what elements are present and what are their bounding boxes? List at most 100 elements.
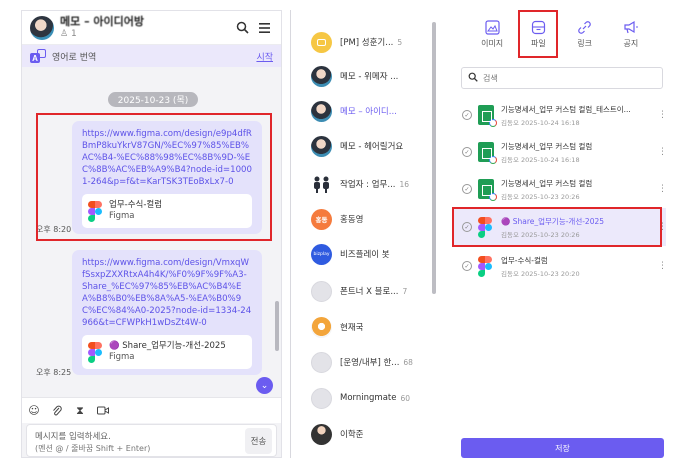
person-icon: ♙ xyxy=(60,28,69,39)
save-button[interactable]: 저장 xyxy=(461,438,664,458)
figma-icon xyxy=(478,217,494,238)
search-icon[interactable] xyxy=(233,19,251,37)
link-card-title: 업무-수식-컬럼 xyxy=(109,200,163,210)
room-list-item[interactable]: 메모 - 헤어릴거요 xyxy=(311,132,431,160)
room-list-scrollbar[interactable] xyxy=(432,22,436,294)
video-icon[interactable] xyxy=(96,404,110,418)
send-button[interactable]: 전송 xyxy=(245,428,272,454)
select-checkbox[interactable]: ✓ xyxy=(462,261,472,271)
file-meta: 김동오 2025-10-24 16:18 xyxy=(501,155,580,164)
more-options-icon[interactable]: ⋮ xyxy=(658,261,667,271)
more-options-icon[interactable]: ⋮ xyxy=(658,184,667,194)
room-name: 비즈플레이 봇 xyxy=(340,250,390,260)
search-icon xyxy=(468,72,478,85)
select-checkbox[interactable]: ✓ xyxy=(462,184,472,194)
room-name: 메모 - 헤어릴거요 xyxy=(340,142,404,152)
room-member-count: 68 xyxy=(403,357,413,367)
more-options-icon[interactable]: ⋮ xyxy=(658,110,667,120)
attach-icon[interactable] xyxy=(50,404,64,418)
spreadsheet-icon xyxy=(478,142,497,164)
file-search-input[interactable] xyxy=(483,73,653,83)
scroll-to-bottom-button[interactable]: ⌄ xyxy=(256,377,273,394)
room-avatar xyxy=(311,387,332,409)
file-list-item[interactable]: ✓ 기능명세서_업무 커스텀 컬럼 김동오 2025-10-23 20:26 ⋮ xyxy=(454,170,667,208)
file-list-item[interactable]: ✓ 기능명세서_업무 커스텀 컬럼_테스트이... 김동오 2025-10-24… xyxy=(454,96,667,134)
room-avatar xyxy=(311,31,332,53)
room-list-item[interactable]: Morningmate 60 xyxy=(311,384,431,412)
room-avatar[interactable] xyxy=(30,15,54,40)
room-name: 현재국 xyxy=(340,323,364,333)
file-name: 기능명세서_업무 커스텀 컬럼 xyxy=(501,178,593,188)
image-icon xyxy=(484,19,500,35)
room-member-count: 5 xyxy=(397,37,403,47)
spreadsheet-icon xyxy=(478,179,497,201)
tab-label: 이미지 xyxy=(481,39,504,48)
room-list-item[interactable]: 작업자 : 업무... 16 xyxy=(311,170,431,198)
file-icon xyxy=(530,19,546,35)
file-name: 기능명세서_업무 커스텀 컬럼 xyxy=(501,141,593,151)
select-checkbox[interactable]: ✓ xyxy=(462,110,472,120)
link-card-source: Figma xyxy=(109,352,135,362)
room-list-item[interactable]: 홍동 홍동영 xyxy=(311,205,431,233)
room-list-item[interactable]: 이학준 xyxy=(311,420,431,448)
link-preview-card[interactable]: 🟣 Share_업무기능-개선-2025 Figma xyxy=(82,335,252,369)
tab-label: 파일 xyxy=(531,39,546,48)
room-list-item[interactable]: [운영/내부] 한... 68 xyxy=(311,348,431,376)
room-avatar: 홍동 xyxy=(311,208,332,230)
file-search[interactable] xyxy=(461,67,663,89)
tab-files[interactable]: 파일 xyxy=(518,10,559,58)
room-list-item[interactable]: [PM] 성훈기... 5 xyxy=(311,28,431,56)
member-count: ♙ 1 xyxy=(60,29,229,39)
more-options-icon[interactable]: ⋮ xyxy=(658,147,667,157)
room-list-item[interactable]: 폰트너 X 블로... 7 xyxy=(311,277,431,305)
message-time: 오후 8:25 xyxy=(36,368,72,377)
shared-files-panel: 이미지 파일 링크 공지 ✓ 기능명세서_업 xyxy=(449,10,674,458)
emoji-icon[interactable]: ☺ xyxy=(27,404,41,418)
file-list-item[interactable]: ✓ 업무-수식-컬럼 김동오 2025-10-23 20:20 ⋮ xyxy=(454,247,667,285)
message-link[interactable]: https://www.figma.com/design/VmxqWfSsxpZ… xyxy=(82,257,252,329)
room-name: [운영/내부] 한... xyxy=(340,358,400,368)
figma-icon xyxy=(478,256,494,277)
megaphone-icon xyxy=(623,19,639,35)
figma-icon xyxy=(88,201,102,222)
room-name: 폰트너 X 블로... xyxy=(340,287,399,297)
room-name: Morningmate xyxy=(340,393,397,403)
file-tabs: 이미지 파일 링크 공지 xyxy=(449,10,674,60)
room-name: 홍동영 xyxy=(340,215,364,225)
more-options-icon[interactable]: ⋮ xyxy=(658,222,667,232)
room-list-item[interactable]: 현재국 xyxy=(311,313,431,341)
message-time: 오후 8:20 xyxy=(36,225,72,234)
room-title-area[interactable]: 메모 – 아이디어방 ♙ 1 xyxy=(60,15,229,39)
panel-divider xyxy=(290,10,291,458)
file-list-item[interactable]: ✓ 기능명세서_업무 커스텀 컬럼 김동오 2025-10-24 16:18 ⋮ xyxy=(454,133,667,171)
room-avatar xyxy=(311,316,332,338)
file-list-item-selected[interactable]: ✓ 🟣 Share_업무기능-개선-2025 김동오 2025-10-23 20… xyxy=(454,208,667,246)
hourglass-icon[interactable]: ⧗ xyxy=(73,404,87,418)
file-meta: 김동오 2025-10-23 20:26 xyxy=(501,230,580,239)
room-list-item[interactable]: 메모 - 위메자 ... xyxy=(311,62,431,90)
file-meta: 김동오 2025-10-24 16:18 xyxy=(501,118,580,127)
menu-icon[interactable] xyxy=(255,19,273,37)
composer-hint: (멘션 @ / 줄바꿈 Shift + Enter) xyxy=(35,444,151,453)
select-checkbox[interactable]: ✓ xyxy=(462,222,472,232)
link-preview-card[interactable]: 업무-수식-컬럼 Figma xyxy=(82,194,252,228)
tab-label: 공지 xyxy=(623,39,639,48)
message-composer[interactable]: 메시지를 입력하세요. (멘션 @ / 줄바꿈 Shift + Enter) 전… xyxy=(26,424,277,457)
google-icon xyxy=(489,193,497,201)
tab-images[interactable]: 이미지 xyxy=(472,10,512,58)
translate-start-link[interactable]: 시작 xyxy=(256,50,273,63)
file-meta: 김동오 2025-10-23 20:20 xyxy=(501,269,580,278)
room-avatar xyxy=(311,280,332,302)
room-list-item-active[interactable]: 메모 – 아이디... xyxy=(311,97,431,125)
chat-scrollbar[interactable] xyxy=(275,301,279,351)
tab-links[interactable]: 링크 xyxy=(565,10,605,58)
group-avatar xyxy=(311,173,332,195)
room-list-item[interactable]: bizplay 비즈플레이 봇 xyxy=(311,240,431,268)
message-link[interactable]: https://www.figma.com/design/e9p4dfRBmP8… xyxy=(82,128,252,188)
room-avatar xyxy=(311,65,332,87)
tab-notices[interactable]: 공지 xyxy=(611,10,651,58)
chat-window: 메모 – 아이디어방 ♙ 1 A 영어로 번역 시작 2025-10-23 (목… xyxy=(21,10,282,458)
select-checkbox[interactable]: ✓ xyxy=(462,147,472,157)
room-title: 메모 – 아이디어방 xyxy=(60,15,144,28)
translate-label: 영어로 번역 xyxy=(52,52,97,63)
